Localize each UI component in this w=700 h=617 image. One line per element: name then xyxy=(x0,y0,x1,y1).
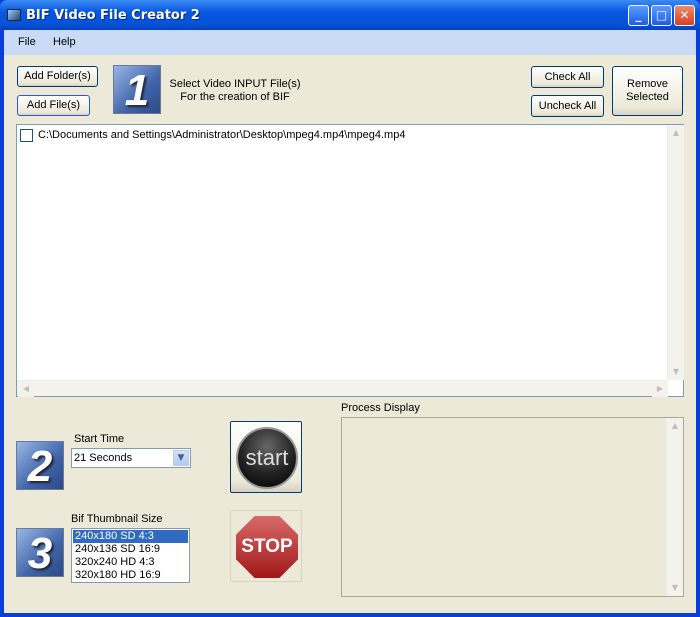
uncheck-all-button[interactable]: Uncheck All xyxy=(531,95,604,117)
scroll-left-icon[interactable]: ◀ xyxy=(18,381,34,397)
scroll-up-icon[interactable]: ▲ xyxy=(667,418,683,434)
maximize-button[interactable]: □ xyxy=(651,5,672,26)
file-list-item[interactable]: C:\Documents and Settings\Administrator\… xyxy=(20,128,405,142)
thumbnail-option[interactable]: 240x180 SD 4:3 xyxy=(73,530,188,543)
title-bar[interactable]: BIF Video File Creator 2 _ □ ✕ xyxy=(0,0,700,30)
stop-label: STOP xyxy=(236,516,298,578)
step-3-badge: 3 xyxy=(16,528,64,578)
add-files-button[interactable]: Add File(s) xyxy=(17,95,90,116)
step-1-line1: Select Video INPUT File(s) xyxy=(169,78,301,90)
file-path: C:\Documents and Settings\Administrator\… xyxy=(38,129,406,141)
thumbnail-size-list[interactable]: 240x180 SD 4:3 240x136 SD 16:9 320x240 H… xyxy=(71,528,190,583)
start-button[interactable]: start xyxy=(230,421,302,493)
file-list-vscrollbar[interactable]: ▲ ▼ xyxy=(667,125,684,380)
file-list[interactable]: C:\Documents and Settings\Administrator\… xyxy=(16,124,684,397)
file-checkbox[interactable] xyxy=(20,128,33,142)
selected-label: Selected xyxy=(626,91,669,103)
menu-file[interactable]: File xyxy=(18,36,36,48)
scroll-down-icon[interactable]: ▼ xyxy=(668,364,684,380)
scroll-right-icon[interactable]: ▶ xyxy=(652,381,668,397)
step-1-badge: 1 xyxy=(113,65,161,115)
process-display[interactable]: ▲ ▼ xyxy=(341,417,684,597)
step-1-instructions: Select Video INPUT File(s) For the creat… xyxy=(160,78,310,104)
start-label: start xyxy=(236,427,298,489)
step-2-badge: 2 xyxy=(16,441,64,491)
start-time-value: 21 Seconds xyxy=(74,452,133,464)
thumbnail-option[interactable]: 320x180 HD 16:9 xyxy=(73,569,188,582)
step-1-line2: For the creation of BIF xyxy=(180,91,290,103)
thumbnail-option[interactable]: 320x240 HD 4:3 xyxy=(73,556,188,569)
thumbnail-option[interactable]: 240x136 SD 16:9 xyxy=(73,543,188,556)
process-vscrollbar[interactable]: ▲ ▼ xyxy=(666,418,683,596)
remove-selected-button[interactable]: Remove Selected xyxy=(612,66,683,116)
process-display-label: Process Display xyxy=(341,402,420,414)
thumbnail-size-label: Bif Thumbnail Size xyxy=(71,513,163,525)
scroll-down-icon[interactable]: ▼ xyxy=(667,580,683,596)
app-icon xyxy=(7,9,21,21)
stop-button[interactable]: STOP xyxy=(230,510,302,582)
add-folders-button[interactable]: Add Folder(s) xyxy=(17,66,98,87)
menu-bar xyxy=(4,30,696,55)
window-title: BIF Video File Creator 2 xyxy=(26,8,200,23)
start-time-combo[interactable]: 21 Seconds ▼ xyxy=(71,448,191,468)
minimize-button[interactable]: _ xyxy=(628,5,649,26)
file-list-hscrollbar[interactable]: ◀ ▶ xyxy=(17,380,668,397)
check-all-button[interactable]: Check All xyxy=(531,66,604,88)
menu-help[interactable]: Help xyxy=(53,36,76,48)
scroll-up-icon[interactable]: ▲ xyxy=(668,125,684,141)
remove-label: Remove xyxy=(627,78,668,90)
start-time-label: Start Time xyxy=(74,433,125,445)
chevron-down-icon[interactable]: ▼ xyxy=(173,450,189,466)
close-button[interactable]: ✕ xyxy=(674,5,695,26)
